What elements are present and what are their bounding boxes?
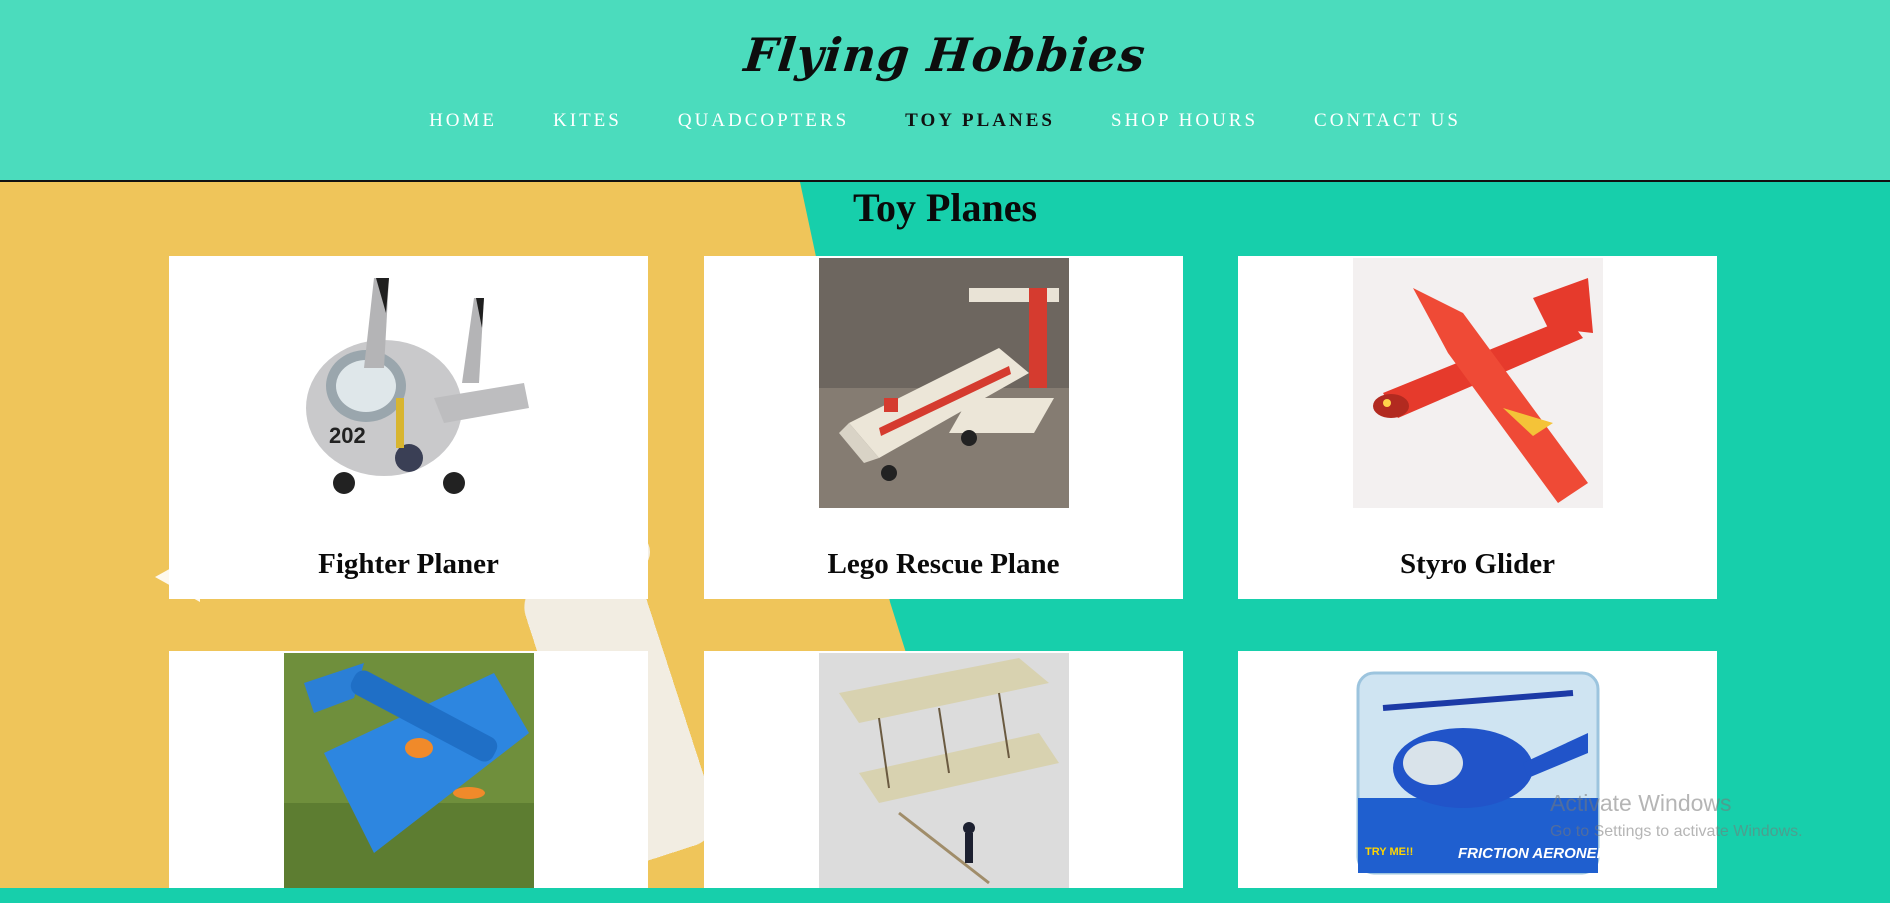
product-name[interactable]: Fighter Planer bbox=[169, 548, 648, 581]
product-image[interactable] bbox=[284, 653, 534, 903]
svg-text:202: 202 bbox=[329, 423, 366, 448]
product-image[interactable]: 202 bbox=[284, 258, 534, 508]
site-logo[interactable]: Flying Hobbies bbox=[0, 28, 1890, 82]
product-card[interactable]: FRICTION AERONER TRY ME!! bbox=[1238, 651, 1717, 888]
glider-image bbox=[1353, 258, 1603, 508]
product-name[interactable]: Lego Rescue Plane bbox=[704, 548, 1183, 581]
nav-item-toy-planes[interactable]: TOY PLANES bbox=[905, 110, 1055, 132]
product-name[interactable]: Styro Glider bbox=[1238, 548, 1717, 581]
site-header: Flying Hobbies HOME KITES QUADCOPTERS TO… bbox=[0, 0, 1890, 182]
main-nav: HOME KITES QUADCOPTERS TOY PLANES SHOP H… bbox=[0, 110, 1890, 132]
product-card[interactable]: 202 Fighter Planer bbox=[169, 256, 648, 599]
page-title: Toy Planes bbox=[852, 185, 1038, 230]
rc-plane-image bbox=[284, 653, 534, 888]
product-card[interactable]: Lego Rescue Plane bbox=[704, 256, 1183, 599]
wright-flyer-image bbox=[819, 653, 1069, 888]
nav-item-home[interactable]: HOME bbox=[429, 110, 497, 132]
product-image[interactable]: FRICTION AERONER TRY ME!! bbox=[1353, 653, 1603, 903]
nav-item-contact-us[interactable]: CONTACT US bbox=[1314, 110, 1461, 132]
product-image[interactable] bbox=[819, 258, 1069, 508]
product-image[interactable] bbox=[1353, 258, 1603, 508]
product-image[interactable] bbox=[819, 653, 1069, 903]
product-card[interactable] bbox=[169, 651, 648, 888]
svg-text:TRY ME!!: TRY ME!! bbox=[1365, 846, 1413, 858]
windows-activation-watermark-title: Activate Windows bbox=[1550, 790, 1732, 816]
nav-item-kites[interactable]: KITES bbox=[553, 110, 622, 132]
product-card[interactable] bbox=[704, 651, 1183, 888]
helicopter-image: FRICTION AERONER TRY ME!! bbox=[1353, 653, 1603, 888]
nav-item-quadcopters[interactable]: QUADCOPTERS bbox=[678, 110, 849, 132]
svg-text:FRICTION AERONER: FRICTION AERONER bbox=[1458, 845, 1603, 862]
lego-plane-image bbox=[819, 258, 1069, 508]
product-card[interactable]: Styro Glider bbox=[1238, 256, 1717, 599]
nav-item-shop-hours[interactable]: SHOP HOURS bbox=[1111, 110, 1258, 132]
fighter-jet-image: 202 bbox=[284, 258, 534, 508]
windows-activation-watermark-text: Go to Settings to activate Windows. bbox=[1550, 823, 1803, 840]
